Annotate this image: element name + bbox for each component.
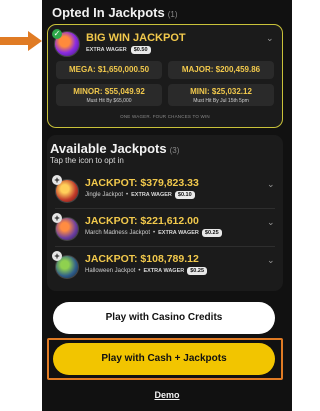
- chevron-down-icon[interactable]: ⌄: [267, 217, 275, 228]
- extra-wager-label: EXTRA WAGER: [131, 192, 172, 198]
- jackpot-amount: JACKPOT: $108,789.12: [85, 253, 199, 265]
- extra-wager-row: EXTRA WAGER $0.50: [86, 46, 151, 54]
- annotation-arrow: [0, 31, 42, 51]
- chevron-down-icon[interactable]: ⌄: [267, 255, 275, 266]
- jackpot-meta: Jingle Jackpot • EXTRA WAGER $0.10: [85, 191, 195, 199]
- available-jackpots-card: Available Jackpots (3) Tap the icon to op…: [47, 135, 283, 291]
- jackpot-name: Jingle Jackpot: [85, 192, 124, 198]
- tier-major: MAJOR: $200,459.86: [168, 61, 274, 79]
- tier-minor-note: Must Hit By $65,000: [86, 98, 132, 104]
- tier-mini-note: Must Hit By Jul 15th 5pm: [193, 98, 249, 104]
- available-jackpot-row[interactable]: + JACKPOT: $221,612.00 March Madness Jac…: [47, 209, 283, 247]
- opted-in-count: (1): [167, 10, 178, 19]
- opted-in-title: Opted In Jackpots (1): [52, 5, 178, 20]
- demo-link[interactable]: Demo: [42, 390, 292, 400]
- jackpot-meta: March Madness Jackpot • EXTRA WAGER $0.2…: [85, 229, 222, 237]
- jackpot-name: BIG WIN JACKPOT: [86, 32, 186, 44]
- play-with-cash-jackpots-button[interactable]: Play with Cash + Jackpots: [53, 343, 275, 375]
- jackpot-amount: JACKPOT: $221,612.00: [85, 215, 199, 227]
- chevron-down-icon[interactable]: ⌄: [267, 179, 275, 190]
- jackpot-amount: JACKPOT: $379,823.33: [85, 177, 199, 189]
- jackpot-name: March Madness Jackpot: [85, 230, 151, 236]
- available-title: Available Jackpots (3): [50, 141, 180, 156]
- play-with-casino-credits-button[interactable]: Play with Casino Credits: [53, 302, 275, 334]
- plus-icon[interactable]: +: [52, 251, 62, 261]
- wager-badge: $0.10: [174, 191, 195, 199]
- plus-icon[interactable]: +: [52, 175, 62, 185]
- tier-minor: MINOR: $55,049.92 Must Hit By $65,000: [56, 84, 162, 106]
- check-icon: ✓: [52, 29, 62, 39]
- chevron-down-icon[interactable]: ⌄: [266, 33, 274, 44]
- opt-in-hint: Tap the icon to opt in: [50, 156, 124, 165]
- jackpot-meta: Halloween Jackpot • EXTRA WAGER $0.25: [85, 267, 207, 275]
- tier-mega: MEGA: $1,650,000.50: [56, 61, 162, 79]
- available-jackpot-row[interactable]: + JACKPOT: $379,823.33 Jingle Jackpot • …: [47, 171, 283, 209]
- extra-wager-label: EXTRA WAGER: [86, 47, 127, 53]
- extra-wager-label: EXTRA WAGER: [143, 268, 185, 274]
- tier-mini: MINI: $25,032.12 Must Hit By Jul 15th 5p…: [168, 84, 274, 106]
- jackpot-name: Halloween Jackpot: [85, 268, 136, 274]
- plus-icon[interactable]: +: [52, 213, 62, 223]
- wager-badge: $0.25: [187, 267, 207, 275]
- available-jackpot-row[interactable]: + JACKPOT: $108,789.12 Halloween Jackpot…: [47, 247, 283, 285]
- extra-wager-label: EXTRA WAGER: [158, 230, 199, 236]
- wager-badge: $0.50: [130, 46, 151, 54]
- opted-in-jackpot-card[interactable]: ✓ BIG WIN JACKPOT EXTRA WAGER $0.50 ⌄ ME…: [47, 24, 283, 128]
- tagline: ONE WAGER. FOUR CHANCES TO WIN: [120, 114, 210, 119]
- wager-badge: $0.25: [201, 229, 222, 237]
- available-count: (3): [169, 146, 180, 155]
